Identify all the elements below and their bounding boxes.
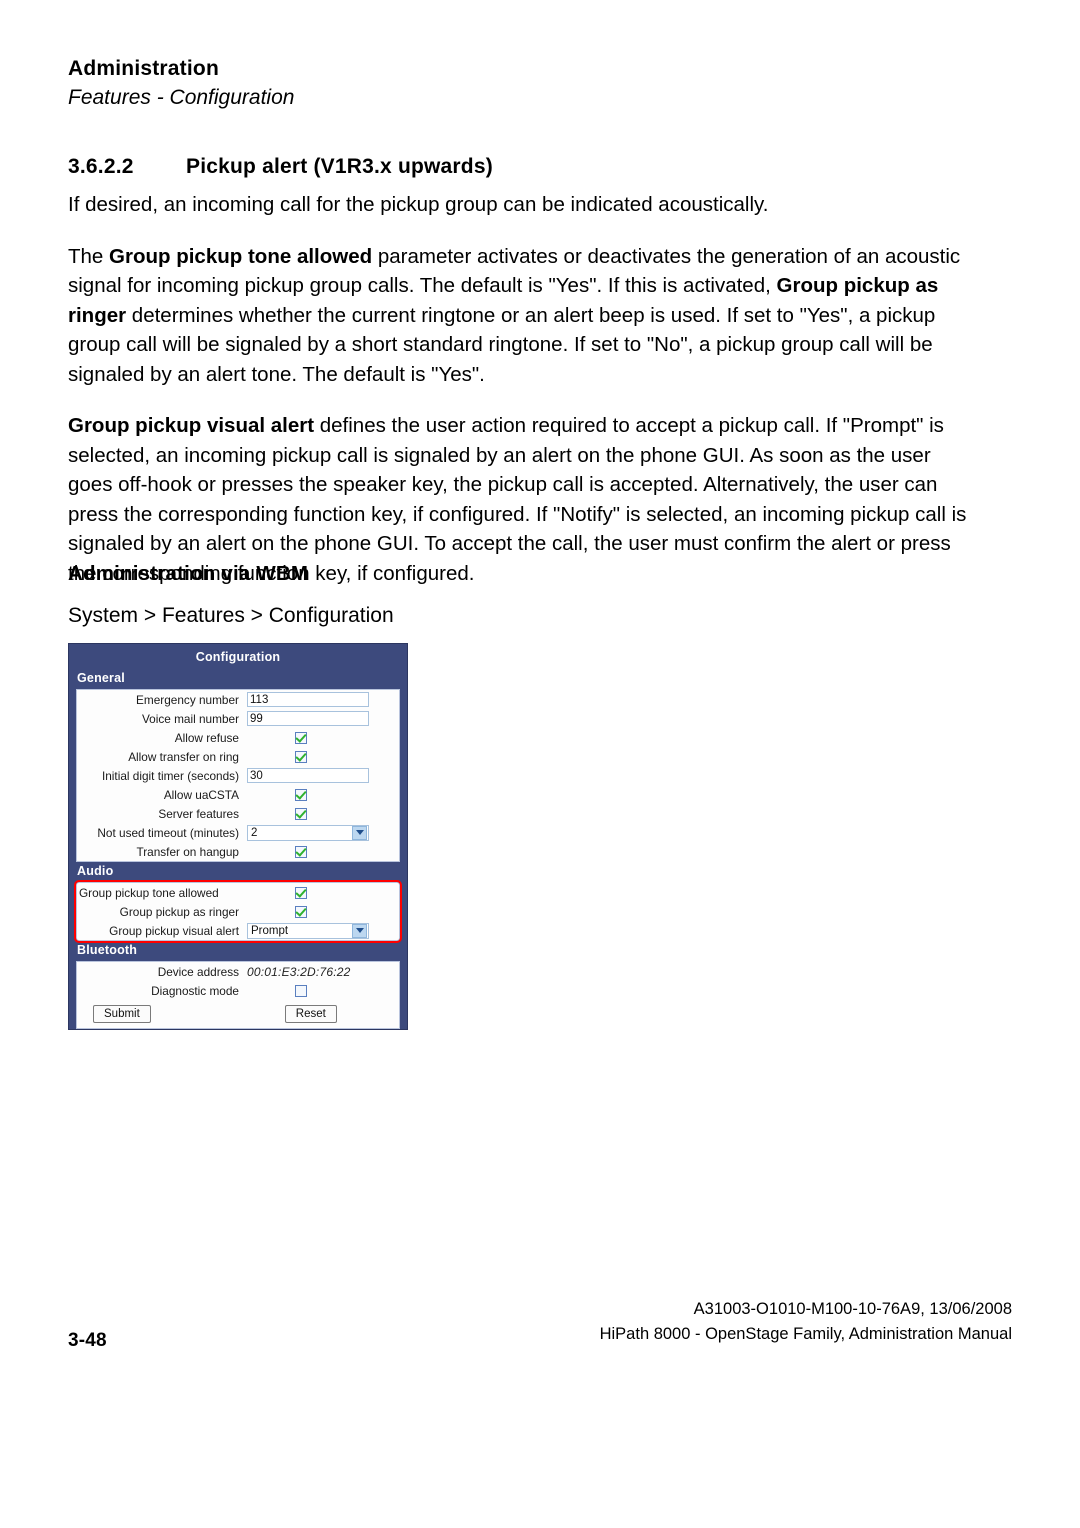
- wbm-section-body-bluetooth: Device address 00:01:E3:2D:76:22 Diagnos…: [76, 961, 400, 1029]
- server-features-checkbox[interactable]: [295, 807, 307, 820]
- control-initial-digit-timer: [247, 768, 399, 783]
- wbm-row-server-features: Server features: [77, 804, 399, 823]
- running-head: Administration Features - Configuration: [68, 56, 968, 113]
- wbm-row-not-used-timeout: Not used timeout (minutes) 2: [77, 823, 399, 842]
- not-used-timeout-value: 2: [251, 826, 258, 839]
- label-transfer-on-hangup: Transfer on hangup: [136, 844, 239, 859]
- allow-uacsta-checkbox[interactable]: [295, 788, 307, 801]
- control-device-address: 00:01:E3:2D:76:22: [247, 965, 399, 979]
- body-text: If desired, an incoming call for the pic…: [68, 190, 980, 610]
- admin-subheading: Administration via WBM: [68, 562, 309, 585]
- wbm-row-voice-mail-number: Voice mail number: [77, 709, 399, 728]
- wbm-configuration-panel: Configuration General Emergency number V…: [68, 643, 408, 1030]
- group-pickup-as-ringer-checkbox[interactable]: [295, 905, 307, 918]
- p3-bold-group-pickup-visual-alert: Group pickup visual alert: [68, 414, 315, 437]
- control-voice-mail-number: [247, 711, 399, 726]
- not-used-timeout-select[interactable]: 2: [247, 824, 369, 841]
- p2-text-d: determines whether the current ringtone …: [68, 303, 936, 386]
- control-allow-transfer-on-ring: [247, 750, 399, 763]
- label-emergency-number: Emergency number: [136, 692, 239, 707]
- p3-text-c: defines the user action required to acce…: [68, 414, 967, 585]
- running-head-chapter: Administration: [68, 57, 219, 80]
- wbm-row-group-pickup-tone-allowed: Group pickup tone allowed: [77, 883, 399, 902]
- allow-refuse-checkbox[interactable]: [295, 731, 307, 744]
- footer-doc-title: HiPath 8000 - OpenStage Family, Administ…: [599, 1325, 1012, 1343]
- device-address-value: 00:01:E3:2D:76:22: [247, 964, 351, 979]
- running-head-section: Features - Configuration: [68, 86, 295, 110]
- p2-text-a: The: [68, 244, 110, 268]
- paragraph-intro: If desired, an incoming call for the pic…: [68, 193, 769, 216]
- footer-doc-id: A31003-O1010-M100-10-76A9, 13/06/2008: [693, 1300, 1012, 1318]
- section-number: 3.6.2.2: [68, 155, 134, 178]
- control-allow-uacsta: [247, 788, 399, 801]
- control-diagnostic-mode: [247, 984, 399, 997]
- wbm-row-group-pickup-as-ringer: Group pickup as ringer: [77, 902, 399, 921]
- wbm-section-body-general: Emergency number Voice mail number Allow…: [76, 689, 400, 862]
- label-allow-refuse: Allow refuse: [174, 730, 239, 745]
- control-not-used-timeout: 2: [247, 824, 399, 841]
- wbm-section-body-audio: Group pickup tone allowed Group pickup a…: [74, 880, 402, 943]
- section-title: Pickup alert (V1R3.x upwards): [186, 155, 493, 178]
- wbm-panel-title: Configuration: [195, 650, 281, 664]
- label-initial-digit-timer: Initial digit timer (seconds): [101, 768, 239, 783]
- label-server-features: Server features: [158, 806, 239, 821]
- group-pickup-tone-allowed-checkbox[interactable]: [295, 886, 307, 899]
- footer-document-info: A31003-O1010-M100-10-76A9, 13/06/2008 Hi…: [600, 1297, 1012, 1347]
- wbm-row-transfer-on-hangup: Transfer on hangup: [77, 842, 399, 861]
- wbm-row-allow-refuse: Allow refuse: [77, 728, 399, 747]
- group-pickup-visual-alert-value: Prompt: [251, 924, 289, 937]
- control-group-pickup-tone-allowed: [247, 886, 399, 899]
- page-number: 3-48: [68, 1330, 107, 1351]
- wbm-section-header-bluetooth: Bluetooth: [77, 943, 138, 957]
- wbm-row-initial-digit-timer: Initial digit timer (seconds): [77, 766, 399, 785]
- wbm-section-header-audio: Audio: [77, 864, 114, 878]
- chevron-down-icon[interactable]: [352, 825, 367, 840]
- label-group-pickup-tone-allowed: Group pickup tone allowed: [79, 885, 219, 900]
- wbm-section-header-general: General: [77, 671, 125, 685]
- wbm-row-diagnostic-mode: Diagnostic mode: [77, 981, 399, 1000]
- wbm-row-emergency-number: Emergency number: [77, 690, 399, 709]
- wbm-row-allow-uacsta: Allow uaCSTA: [77, 785, 399, 804]
- allow-transfer-on-ring-checkbox[interactable]: [295, 750, 307, 763]
- wbm-button-row: Submit Reset: [77, 1000, 399, 1028]
- reset-button[interactable]: Reset: [284, 1004, 337, 1023]
- page-title: 3.6.2.2 Pickup alert (V1R3.x upwards): [68, 155, 988, 179]
- group-pickup-visual-alert-select[interactable]: Prompt: [247, 922, 369, 939]
- control-server-features: [247, 807, 399, 820]
- control-transfer-on-hangup: [247, 845, 399, 858]
- paragraph-tone-allowed: The Group pickup tone allowed parameter …: [68, 242, 980, 390]
- label-group-pickup-as-ringer: Group pickup as ringer: [119, 904, 239, 919]
- label-not-used-timeout: Not used timeout (minutes): [97, 825, 239, 840]
- wbm-row-allow-transfer-on-ring: Allow transfer on ring: [77, 747, 399, 766]
- label-group-pickup-visual-alert: Group pickup visual alert: [109, 923, 239, 938]
- label-voice-mail-number: Voice mail number: [141, 711, 239, 726]
- control-group-pickup-as-ringer: [247, 905, 399, 918]
- submit-button[interactable]: Submit: [93, 1004, 151, 1023]
- chevron-down-icon[interactable]: [352, 923, 367, 938]
- emergency-number-input[interactable]: [247, 692, 369, 707]
- initial-digit-timer-input[interactable]: [247, 768, 369, 783]
- transfer-on-hangup-checkbox[interactable]: [295, 845, 307, 858]
- p2-bold-group-pickup-tone-allowed: Group pickup tone allowed: [109, 244, 373, 268]
- label-allow-transfer-on-ring: Allow transfer on ring: [128, 749, 239, 764]
- control-emergency-number: [247, 692, 399, 707]
- diagnostic-mode-checkbox[interactable]: [295, 984, 307, 997]
- voice-mail-number-input[interactable]: [247, 711, 369, 726]
- label-diagnostic-mode: Diagnostic mode: [151, 983, 239, 998]
- control-allow-refuse: [247, 731, 399, 744]
- control-group-pickup-visual-alert: Prompt: [247, 922, 399, 939]
- label-device-address: Device address: [157, 964, 239, 979]
- wbm-row-device-address: Device address 00:01:E3:2D:76:22: [77, 962, 399, 981]
- breadcrumb: System > Features > Configuration: [68, 604, 394, 627]
- wbm-row-group-pickup-visual-alert: Group pickup visual alert Prompt: [77, 921, 399, 940]
- label-allow-uacsta: Allow uaCSTA: [163, 787, 239, 802]
